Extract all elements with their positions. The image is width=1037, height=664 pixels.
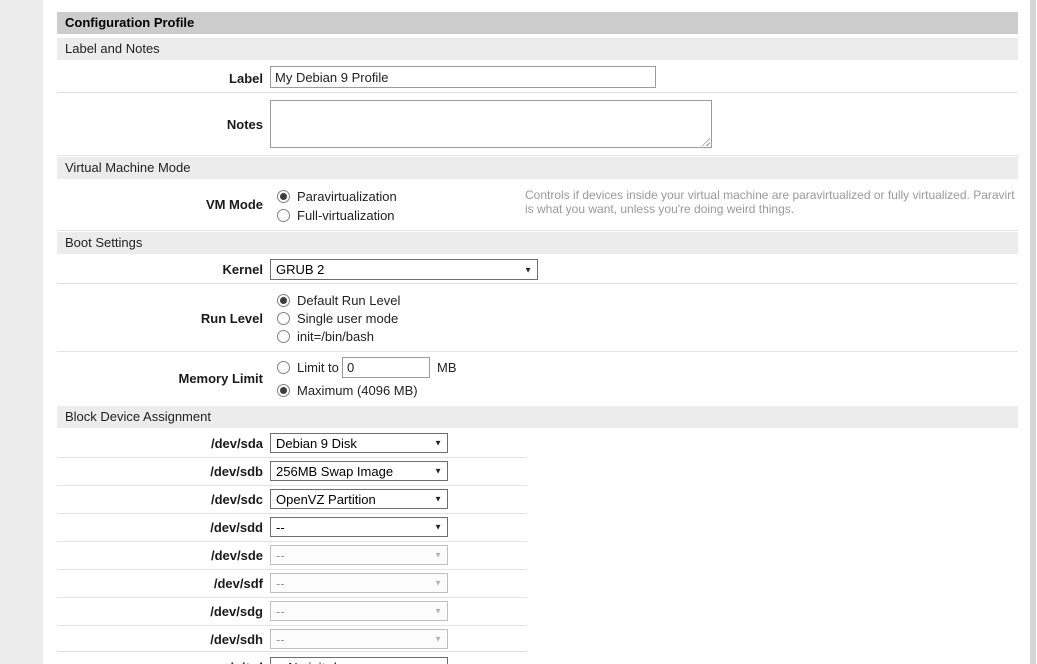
run-level-radio-init-bash[interactable] — [277, 330, 290, 343]
run-level-option-label[interactable]: Default Run Level — [297, 293, 400, 309]
block-device-label: /dev/sda — [57, 436, 263, 451]
memory-limit-unit: MB — [437, 360, 457, 376]
notes-textarea[interactable] — [270, 100, 712, 148]
vm-mode-option-label[interactable]: Paravirtualization — [297, 189, 397, 205]
select-value: -- — [276, 548, 285, 563]
label-input[interactable] — [270, 66, 656, 88]
select-value: -- — [276, 576, 285, 591]
block-device-label: /dev/sdf — [57, 576, 263, 591]
divider — [57, 513, 527, 514]
divider — [57, 485, 527, 486]
select-arrow-icon: ▼ — [434, 632, 442, 647]
memory-limit-option-label[interactable]: Maximum (4096 MB) — [297, 383, 418, 399]
run-level-radio-single-user[interactable] — [277, 312, 290, 325]
block-device-label: /dev/sdd — [57, 520, 263, 535]
divider — [57, 230, 1018, 231]
section-title-boot-settings: Boot Settings — [57, 232, 1018, 254]
vm-mode-radio-paravirtualization[interactable] — [277, 190, 290, 203]
select-value: Debian 9 Disk — [276, 436, 357, 451]
block-device-label: /dev/sde — [57, 548, 263, 563]
select-arrow-icon: ▼ — [434, 660, 442, 664]
select-arrow-icon: ▼ — [434, 576, 442, 591]
scrollbar[interactable] — [1030, 0, 1036, 664]
memory-limit-label: Memory Limit — [57, 371, 263, 386]
select-arrow-icon: ▼ — [434, 492, 442, 507]
block-device-select-initrd[interactable]: -- No initrd -- ▼ — [270, 657, 448, 664]
divider — [57, 625, 527, 626]
select-value: -- — [276, 520, 285, 535]
divider — [57, 155, 1018, 156]
page-title: Configuration Profile — [57, 12, 1018, 34]
run-level-option-label[interactable]: init=/bin/bash — [297, 329, 374, 345]
divider — [57, 541, 527, 542]
vm-mode-help-text: Controls if devices inside your virtual … — [525, 188, 1025, 216]
block-device-label: initrd — [57, 660, 263, 664]
block-device-label: /dev/sdc — [57, 492, 263, 507]
memory-limit-radio-limit-to[interactable] — [277, 361, 290, 374]
select-value: -- — [276, 632, 285, 647]
select-arrow-icon: ▼ — [434, 436, 442, 451]
section-title-label-notes: Label and Notes — [57, 38, 1018, 60]
memory-limit-input[interactable] — [342, 357, 430, 378]
select-value: OpenVZ Partition — [276, 492, 376, 507]
divider — [57, 569, 527, 570]
vm-mode-radio-full-virtualization[interactable] — [277, 209, 290, 222]
run-level-label: Run Level — [57, 311, 263, 326]
divider — [57, 457, 527, 458]
select-arrow-icon: ▼ — [524, 262, 532, 277]
section-title-block-devices: Block Device Assignment — [57, 406, 1018, 428]
divider — [57, 92, 1018, 93]
left-gutter — [0, 0, 43, 664]
select-value: -- — [276, 604, 285, 619]
block-device-select-sdd[interactable]: -- ▼ — [270, 517, 448, 537]
select-value: -- No initrd -- — [276, 660, 349, 664]
divider — [57, 351, 1018, 352]
select-arrow-icon: ▼ — [434, 520, 442, 535]
block-device-label: /dev/sdb — [57, 464, 263, 479]
select-value: GRUB 2 — [276, 262, 324, 277]
vm-mode-label: VM Mode — [57, 197, 263, 212]
divider — [57, 651, 527, 652]
block-device-select-sdh: -- ▼ — [270, 629, 448, 649]
memory-limit-option-label[interactable]: Limit to — [297, 360, 339, 376]
vm-mode-option-label[interactable]: Full-virtualization — [297, 208, 395, 224]
block-device-select-sdg: -- ▼ — [270, 601, 448, 621]
section-title-vm-mode: Virtual Machine Mode — [57, 157, 1018, 179]
block-device-select-sdf: -- ▼ — [270, 573, 448, 593]
run-level-option-label[interactable]: Single user mode — [297, 311, 398, 327]
block-device-select-sda[interactable]: Debian 9 Disk ▼ — [270, 433, 448, 453]
run-level-radio-default[interactable] — [277, 294, 290, 307]
divider — [57, 283, 1018, 284]
kernel-label: Kernel — [57, 262, 263, 277]
select-arrow-icon: ▼ — [434, 464, 442, 479]
divider — [57, 597, 527, 598]
select-value: 256MB Swap Image — [276, 464, 393, 479]
block-device-select-sdc[interactable]: OpenVZ Partition ▼ — [270, 489, 448, 509]
select-arrow-icon: ▼ — [434, 604, 442, 619]
label-field-label: Label — [57, 71, 263, 86]
block-device-select-sde: -- ▼ — [270, 545, 448, 565]
kernel-select[interactable]: GRUB 2 ▼ — [270, 259, 538, 280]
block-device-select-sdb[interactable]: 256MB Swap Image ▼ — [270, 461, 448, 481]
block-device-label: /dev/sdg — [57, 604, 263, 619]
block-device-label: /dev/sdh — [57, 632, 263, 647]
select-arrow-icon: ▼ — [434, 548, 442, 563]
memory-limit-radio-maximum[interactable] — [277, 384, 290, 397]
notes-field-label: Notes — [57, 117, 263, 132]
configuration-profile-page: Configuration Profile Label and Notes Vi… — [0, 0, 1037, 664]
